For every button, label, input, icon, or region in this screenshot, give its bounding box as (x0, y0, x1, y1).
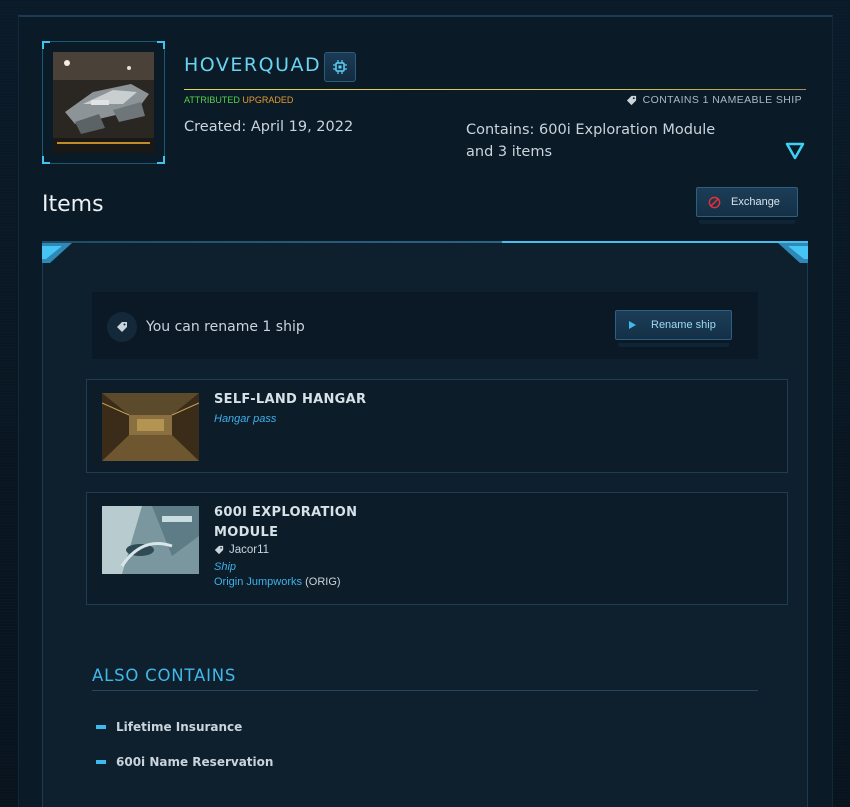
tag-icon (214, 545, 224, 555)
module-image (102, 506, 199, 574)
rename-ship-button[interactable]: Rename ship (615, 310, 732, 347)
items-panel-topline (42, 241, 808, 243)
chip-button[interactable] (324, 52, 356, 82)
package-title: HOVERQUAD (184, 54, 322, 76)
created-date: Created: April 19, 2022 (184, 119, 354, 135)
contains-line-2: and 3 items (466, 144, 553, 160)
tag-icon (117, 322, 127, 332)
item-type-link[interactable]: Hangar pass (214, 413, 276, 425)
nameable-ship-badge: CONTAINS 1 NAMEABLE SHIP (626, 94, 802, 106)
manufacturer-link[interactable]: Origin Jumpworks (214, 576, 302, 588)
also-contains-item: 600i Name Reservation (96, 755, 273, 769)
panel-corner-right (778, 243, 808, 263)
item-card-hangar[interactable]: SELF-LAND HANGAR Hangar pass (86, 379, 788, 473)
rename-tag-badge (107, 312, 137, 342)
play-icon (629, 321, 636, 329)
also-contains-divider (92, 690, 758, 691)
contains-line-1: Contains: 600i Exploration Module (466, 122, 716, 138)
upgraded-badge: UPGRADED (242, 95, 294, 105)
manufacturer-code: (ORIG) (305, 576, 341, 588)
exchange-button[interactable]: Exchange (696, 187, 798, 224)
panel-corner-left (42, 243, 72, 263)
manufacturer: Origin Jumpworks (ORIG) (214, 576, 341, 588)
item-type-link[interactable]: Ship (214, 561, 236, 573)
header-divider (184, 89, 806, 90)
contains-summary: Contains: 600i Exploration Module and 3 … (466, 119, 756, 163)
item-card-module[interactable]: 600I EXPLORATION MODULE Jacor11 Ship Ori… (86, 492, 788, 605)
rename-message: You can rename 1 ship (146, 319, 305, 335)
hoverquad-image (53, 52, 154, 153)
hangar-image (102, 393, 199, 461)
also-contains-heading: ALSO CONTAINS (92, 666, 237, 685)
attributed-badge: ATTRIBUTED (184, 95, 240, 105)
exchange-label: Exchange (731, 196, 780, 208)
bullet-icon (96, 725, 106, 729)
bullet-icon (96, 760, 106, 764)
no-entry-icon (708, 196, 721, 208)
chip-icon (333, 60, 347, 74)
also-contains-item: Lifetime Insurance (96, 720, 242, 734)
package-thumbnail[interactable] (42, 41, 165, 164)
rename-count: 1 (262, 319, 272, 335)
item-name: SELF-LAND HANGAR (214, 392, 367, 407)
ship-owner-name: Jacor11 (214, 544, 269, 556)
tag-icon (626, 95, 636, 105)
items-heading: Items (42, 192, 104, 217)
status-tags: ATTRIBUTED UPGRADED (184, 95, 293, 105)
nameable-ship-label: CONTAINS 1 NAMEABLE SHIP (642, 94, 802, 106)
item-name: 600I EXPLORATION MODULE (214, 505, 358, 540)
expand-triangle-icon[interactable] (785, 142, 805, 160)
rename-ship-label: Rename ship (651, 319, 716, 331)
